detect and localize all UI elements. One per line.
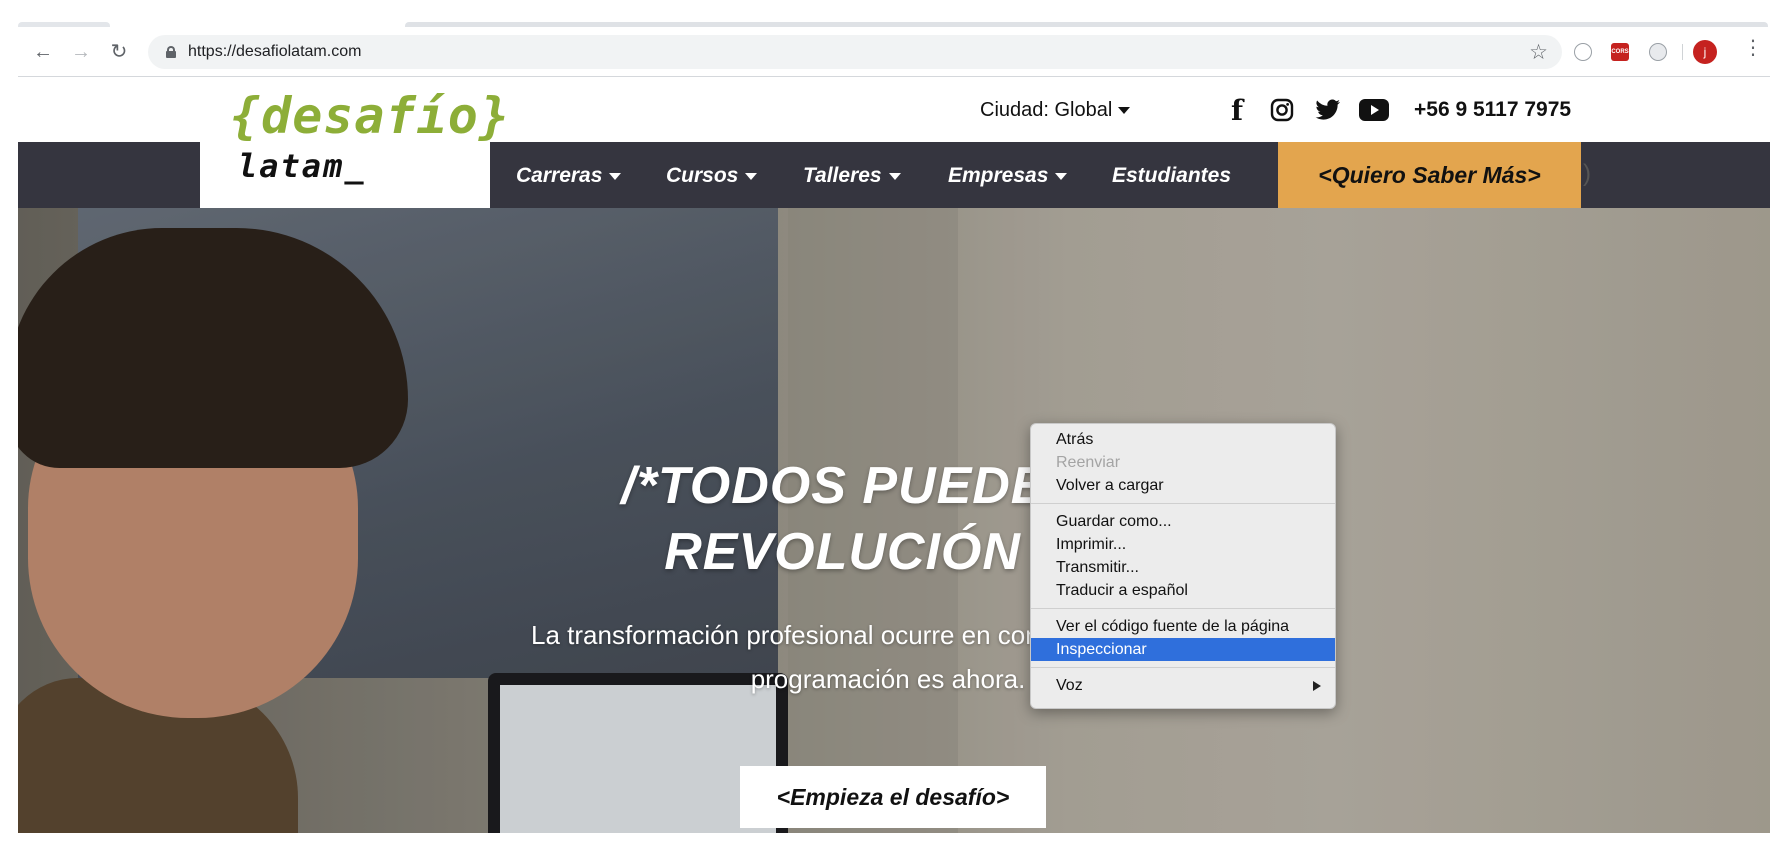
nav-item-talleres[interactable]: Talleres bbox=[803, 164, 901, 188]
youtube-icon[interactable] bbox=[1358, 97, 1390, 123]
chevron-down-icon bbox=[609, 172, 622, 180]
face-icon[interactable] bbox=[1574, 43, 1592, 61]
chevron-down-icon bbox=[888, 172, 901, 180]
forward-arrow-icon[interactable]: → bbox=[68, 39, 94, 65]
city-label: Ciudad: Global bbox=[980, 99, 1113, 121]
nav-item-label: Empresas bbox=[948, 164, 1049, 187]
logo-subwordmark: latam_ bbox=[238, 147, 366, 185]
phone-number[interactable]: +56 9 5117 7975 bbox=[1414, 98, 1571, 122]
menu-item-voz[interactable]: Voz bbox=[1031, 674, 1335, 697]
chevron-down-icon bbox=[745, 172, 758, 180]
submenu-arrow-icon bbox=[1313, 681, 1321, 691]
cors-icon[interactable]: CORS bbox=[1611, 43, 1629, 61]
cors-label: CORS bbox=[1611, 49, 1629, 55]
menu-item-traducir[interactable]: Traducir a español bbox=[1031, 579, 1335, 602]
menu-separator bbox=[1031, 608, 1335, 609]
more-vertical-icon[interactable]: ⋮ bbox=[1743, 38, 1763, 58]
menu-item-ver-codigo-fuente[interactable]: Ver el código fuente de la página bbox=[1031, 615, 1335, 638]
facebook-icon[interactable]: f bbox=[1228, 94, 1246, 127]
reload-icon[interactable]: ↻ bbox=[106, 39, 132, 65]
twitter-icon[interactable] bbox=[1314, 97, 1342, 123]
nav-item-label: Talleres bbox=[803, 164, 882, 187]
lock-icon bbox=[166, 46, 176, 58]
url-text[interactable]: https://desafiolatam.com bbox=[188, 43, 361, 61]
menu-item-guardar-como[interactable]: Guardar como... bbox=[1031, 510, 1335, 533]
nav-item-cursos[interactable]: Cursos bbox=[666, 164, 758, 188]
context-menu: Atrás Reenviar Volver a cargar Guardar c… bbox=[1030, 423, 1336, 709]
site-logo[interactable]: {desafío} latam_ bbox=[200, 77, 509, 208]
menu-item-imprimir[interactable]: Imprimir... bbox=[1031, 533, 1335, 556]
web-page: Ciudad: Global f +56 9 5117 7975 Carrera… bbox=[18, 77, 1770, 833]
menu-item-reenviar: Reenviar bbox=[1056, 454, 1121, 471]
nav-item-label: Cursos bbox=[666, 164, 739, 187]
instagram-icon[interactable] bbox=[1269, 97, 1295, 123]
quiero-saber-mas-button[interactable]: <Quiero Saber Más> bbox=[1278, 142, 1581, 208]
menu-separator bbox=[1031, 503, 1335, 504]
empieza-el-desafio-button[interactable]: <Empieza el desafío> bbox=[740, 766, 1046, 828]
chevron-down-icon bbox=[1118, 107, 1131, 115]
nav-item-label: Carreras bbox=[516, 164, 603, 187]
menu-item-transmitir[interactable]: Transmitir... bbox=[1031, 556, 1335, 579]
toolbar-divider bbox=[1682, 44, 1683, 60]
city-selector[interactable]: Ciudad: Global bbox=[980, 99, 1131, 122]
menu-item-atras[interactable]: Atrás bbox=[1031, 428, 1335, 451]
avatar[interactable]: j bbox=[1693, 40, 1717, 64]
chevron-down-icon bbox=[1055, 172, 1068, 180]
menu-item-voz-label: Voz bbox=[1056, 677, 1083, 694]
logo-wordmark: {desafío} bbox=[230, 87, 510, 145]
avatar-letter: j bbox=[1703, 45, 1707, 59]
nav-item-label: Estudiantes bbox=[1112, 164, 1232, 187]
circle-icon[interactable] bbox=[1649, 43, 1667, 61]
cta-overflow-glyph: ) bbox=[1583, 160, 1591, 187]
menu-item-volver-a-cargar[interactable]: Volver a cargar bbox=[1031, 474, 1335, 497]
tab-strip bbox=[0, 0, 1786, 28]
nav-item-estudiantes[interactable]: Estudiantes bbox=[1112, 164, 1231, 188]
menu-separator bbox=[1031, 667, 1335, 668]
address-bar[interactable]: https://desafiolatam.com ☆ bbox=[148, 35, 1562, 69]
hero-banner: /*TODOS PUEDEN SU REVOLUCIÓN DIG La tran… bbox=[18, 208, 1770, 833]
menu-item-inspeccionar[interactable]: Inspeccionar bbox=[1031, 638, 1335, 661]
nav-item-empresas[interactable]: Empresas bbox=[948, 164, 1068, 188]
nav-item-carreras[interactable]: Carreras bbox=[516, 164, 622, 188]
browser-toolbar: ← → ↻ https://desafiolatam.com ☆ CORS j … bbox=[18, 27, 1770, 77]
bookmark-star-icon[interactable]: ☆ bbox=[1529, 40, 1548, 65]
back-arrow-icon[interactable]: ← bbox=[30, 39, 56, 65]
